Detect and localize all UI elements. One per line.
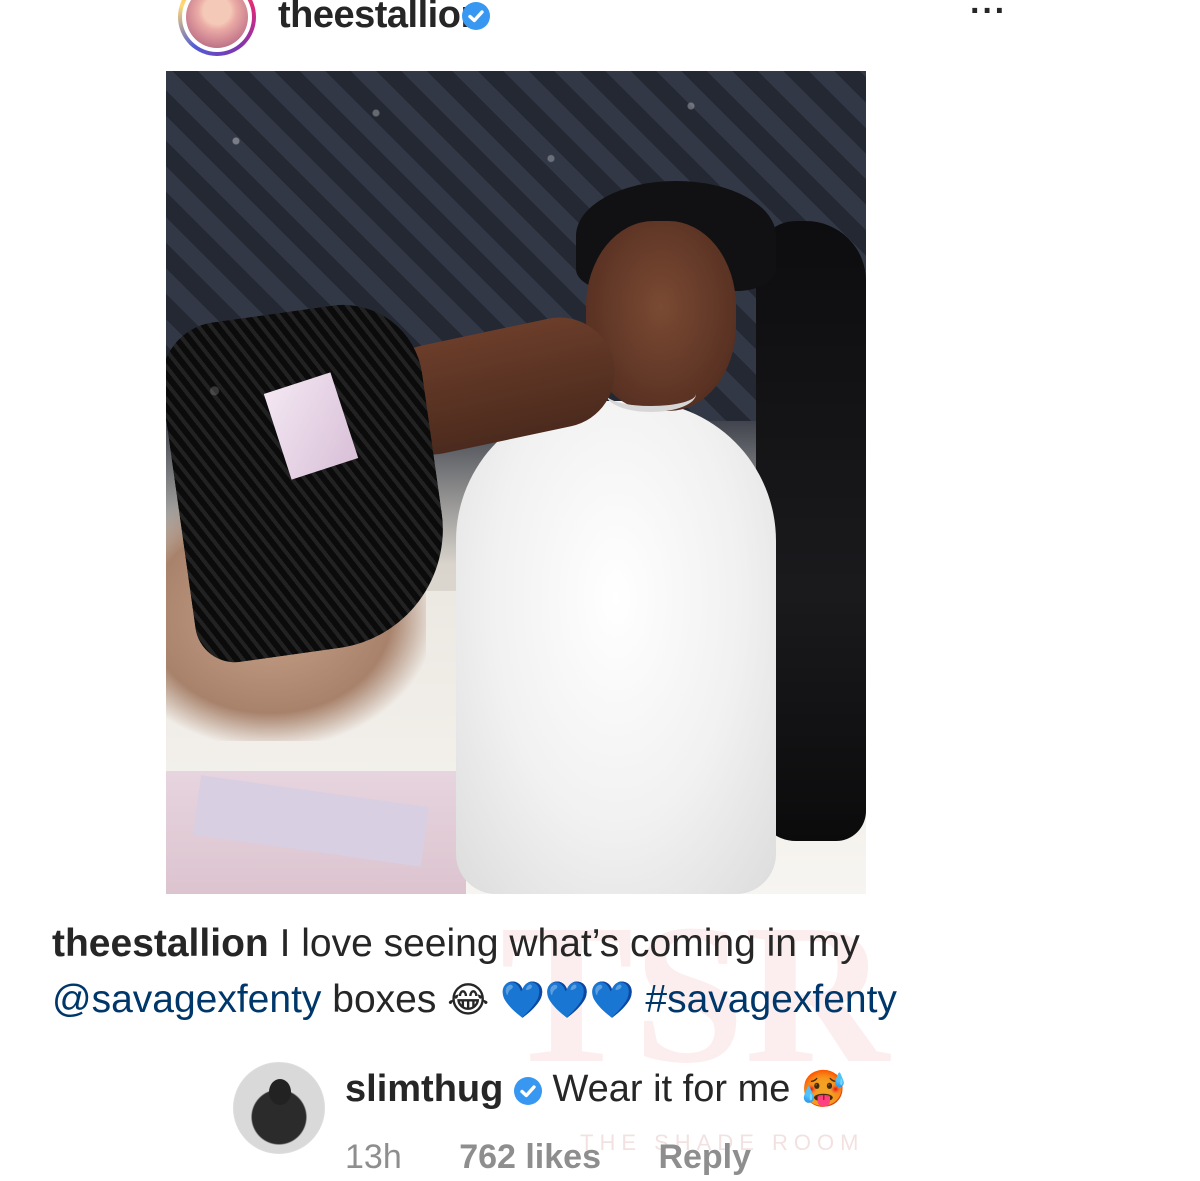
verified-badge-icon [462, 2, 490, 30]
profile-avatar[interactable] [178, 0, 256, 56]
comment-username[interactable]: slimthug [345, 1068, 503, 1110]
post-photo[interactable] [166, 71, 866, 894]
caption-hashtag-link[interactable]: #savagexfenty [645, 978, 897, 1021]
white-robe [456, 401, 776, 894]
blue-heart-emoji-icon: 💙💙💙 [500, 980, 635, 1021]
comment-avatar[interactable] [233, 1062, 325, 1154]
comment-meta: 13h 762 likes Reply [345, 1133, 799, 1181]
caption-text-1: I love seeing what’s coming in my [279, 922, 860, 965]
caption-mention-link[interactable]: @savagexfenty [52, 978, 321, 1021]
comment-text: Wear it for me [552, 1068, 791, 1110]
hot-face-emoji-icon: 🥵 [800, 1069, 846, 1110]
comment-likes[interactable]: 762 likes [459, 1138, 601, 1176]
laughing-emoji-icon: 😂 [447, 980, 490, 1021]
post-header: theestallion ··· [0, 0, 1200, 60]
post-username[interactable]: theestallion [278, 0, 484, 37]
comment-time: 13h [345, 1138, 402, 1176]
verified-badge-icon [513, 1076, 542, 1105]
comment: slimthug Wear it for me 🥵 [345, 1061, 846, 1118]
caption-text-2: boxes [332, 978, 437, 1021]
reply-button[interactable]: Reply [658, 1138, 751, 1176]
necklace [606, 376, 696, 412]
more-options-icon[interactable]: ··· [970, 0, 1007, 31]
post-caption: theestallion I love seeing what’s coming… [52, 916, 1152, 1029]
caption-username[interactable]: theestallion [52, 922, 269, 965]
